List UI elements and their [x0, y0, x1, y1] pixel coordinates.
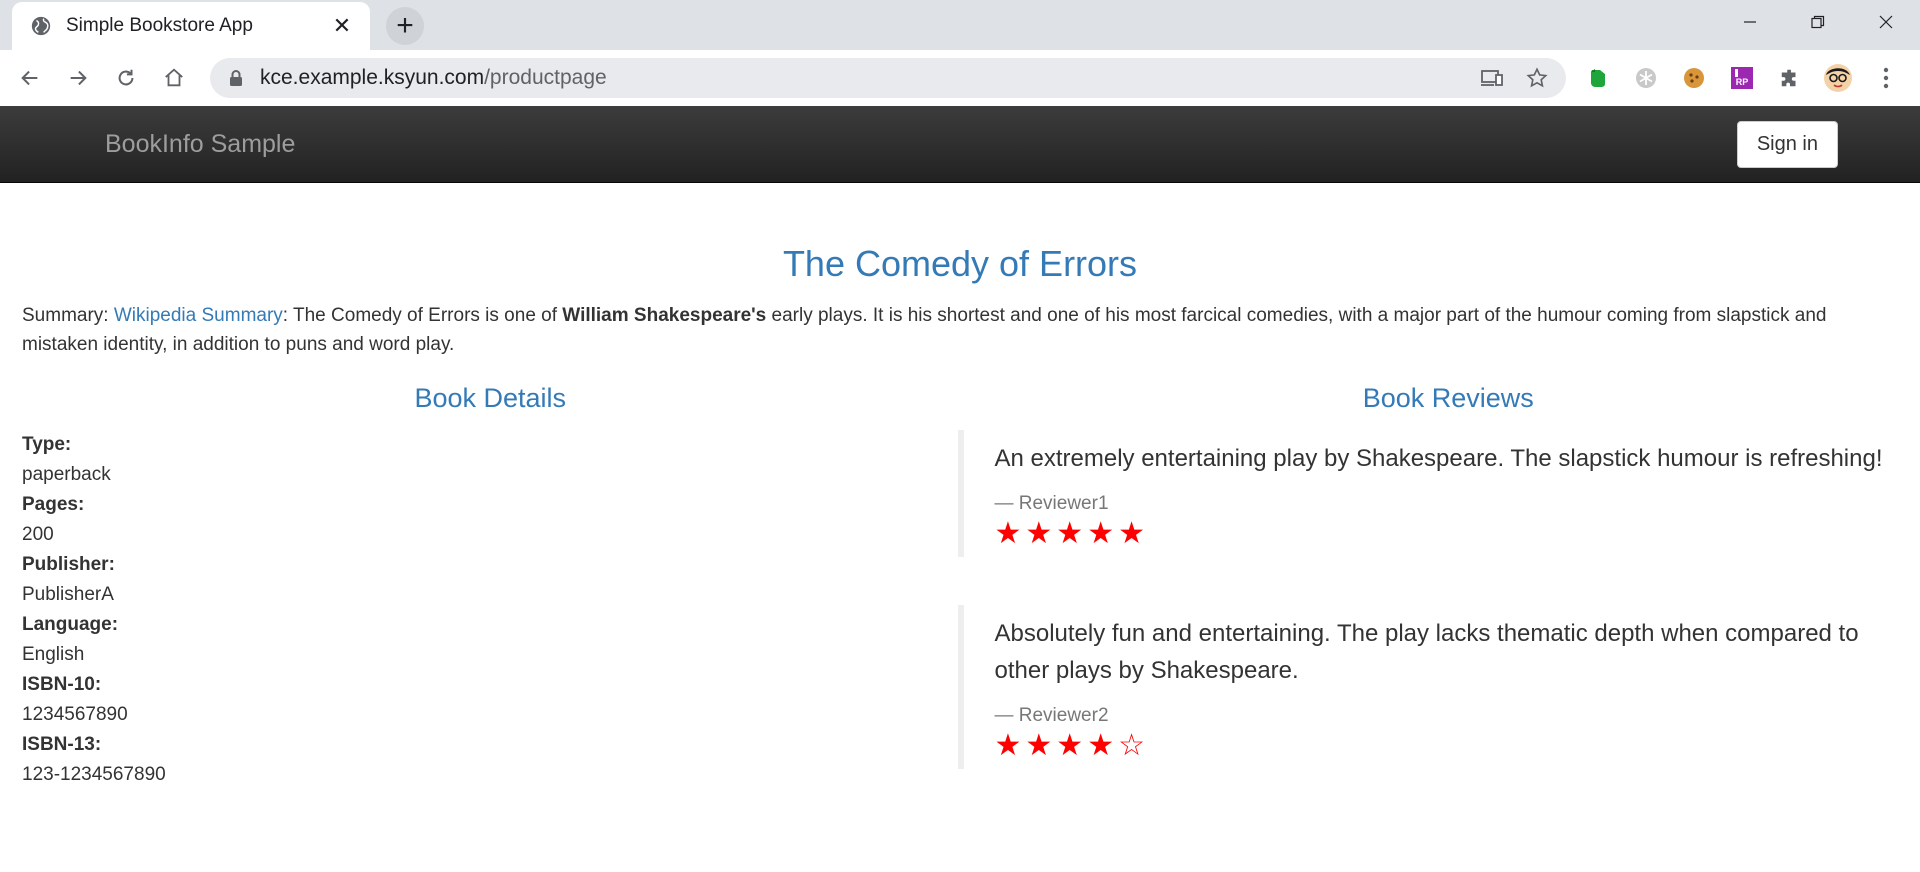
main-content: The Comedy of Errors Summary: Wikipedia … [0, 243, 1920, 817]
minimize-icon[interactable] [1716, 0, 1784, 44]
cast-icon[interactable] [1480, 68, 1504, 88]
detail-label-publisher: Publisher: [22, 554, 115, 575]
detail-label-pages: Pages: [22, 494, 85, 515]
star-filled-icon: ★ [1087, 517, 1119, 550]
evernote-icon[interactable] [1574, 58, 1622, 98]
tab-title: Simple Bookstore App [66, 15, 253, 36]
snowflake-extension-icon[interactable] [1622, 58, 1670, 98]
detail-value-type: paperback [22, 464, 111, 485]
book-details-list: Type: paperback Pages: 200 Publisher: Pu… [22, 430, 958, 790]
book-reviews-section: Book Reviews An extremely entertaining p… [958, 383, 1898, 817]
book-title: The Comedy of Errors [782, 243, 1138, 284]
extensions-bar: RP [1574, 58, 1910, 98]
star-rating: ★★★★★ [994, 517, 1898, 551]
bookmark-star-icon[interactable] [1526, 67, 1548, 89]
new-tab-button[interactable]: + [386, 7, 424, 45]
window-controls [1716, 0, 1920, 44]
detail-value-language: English [22, 644, 85, 665]
site-navbar: BookInfo Sample Sign in [0, 106, 1920, 183]
puzzle-extensions-icon[interactable] [1766, 58, 1814, 98]
detail-label-isbn13: ISBN-13: [22, 734, 102, 755]
star-filled-icon: ★ [1025, 517, 1057, 550]
review-item: An extremely entertaining play by Shakes… [958, 430, 1898, 557]
star-filled-icon: ★ [1056, 729, 1088, 762]
star-filled-icon: ★ [994, 729, 1026, 762]
star-filled-icon: ★ [1025, 729, 1057, 762]
star-filled-icon: ★ [1087, 729, 1119, 762]
star-empty-icon: ☆ [1118, 729, 1150, 762]
avatar[interactable] [1814, 58, 1862, 98]
reload-icon[interactable] [106, 58, 146, 98]
detail-label-type: Type: [22, 434, 72, 455]
star-filled-icon: ★ [1056, 517, 1088, 550]
globe-icon [31, 16, 51, 36]
book-details-section: Book Details Type: paperback Pages: 200 … [22, 383, 958, 817]
browser-tab[interactable]: Simple Bookstore App ✕ [12, 2, 370, 50]
book-summary: Summary: Wikipedia Summary: The Comedy o… [22, 305, 1827, 355]
detail-value-isbn13: 123-1234567890 [22, 764, 166, 785]
review-text: An extremely entertaining play by Shakes… [994, 445, 1883, 472]
brand-link[interactable]: BookInfo Sample [105, 130, 295, 159]
close-tab-icon[interactable]: ✕ [328, 12, 356, 40]
menu-kebab-icon[interactable] [1862, 58, 1910, 98]
book-details-heading: Book Details [414, 383, 567, 413]
detail-value-isbn10: 1234567890 [22, 704, 128, 725]
star-filled-icon: ★ [994, 517, 1026, 550]
details-reviews-columns: Book Details Type: paperback Pages: 200 … [22, 383, 1898, 817]
book-reviews-heading: Book Reviews [1362, 383, 1534, 413]
address-bar[interactable]: kce.example.ksyun.com/productpage [210, 58, 1566, 98]
wikipedia-summary-link[interactable]: Wikipedia Summary [114, 305, 283, 326]
rp-extension-icon[interactable]: RP [1718, 58, 1766, 98]
sign-in-button[interactable]: Sign in [1736, 120, 1838, 168]
forward-icon[interactable] [58, 58, 98, 98]
url-text[interactable]: kce.example.ksyun.com/productpage [260, 66, 1458, 90]
detail-value-pages: 200 [22, 524, 54, 545]
home-icon[interactable] [154, 58, 194, 98]
reviewer-name: — Reviewer1 [994, 493, 1109, 514]
reviewer-name: — Reviewer2 [994, 705, 1109, 726]
restore-icon[interactable] [1784, 0, 1852, 44]
lock-icon[interactable] [228, 69, 244, 87]
review-item: Absolutely fun and entertaining. The pla… [958, 605, 1898, 769]
detail-label-language: Language: [22, 614, 119, 635]
cookie-icon[interactable] [1670, 58, 1718, 98]
star-filled-icon: ★ [1118, 517, 1150, 550]
close-window-icon[interactable] [1852, 0, 1920, 44]
detail-value-publisher: PublisherA [22, 584, 114, 605]
browser-tabstrip: Simple Bookstore App ✕ + [0, 0, 1920, 50]
svg-text:RP: RP [1736, 77, 1749, 87]
review-text: Absolutely fun and entertaining. The pla… [994, 620, 1859, 684]
browser-toolbar: kce.example.ksyun.com/productpage RP [0, 50, 1920, 106]
detail-label-isbn10: ISBN-10: [22, 674, 102, 695]
star-rating: ★★★★☆ [994, 729, 1898, 763]
back-icon[interactable] [10, 58, 50, 98]
